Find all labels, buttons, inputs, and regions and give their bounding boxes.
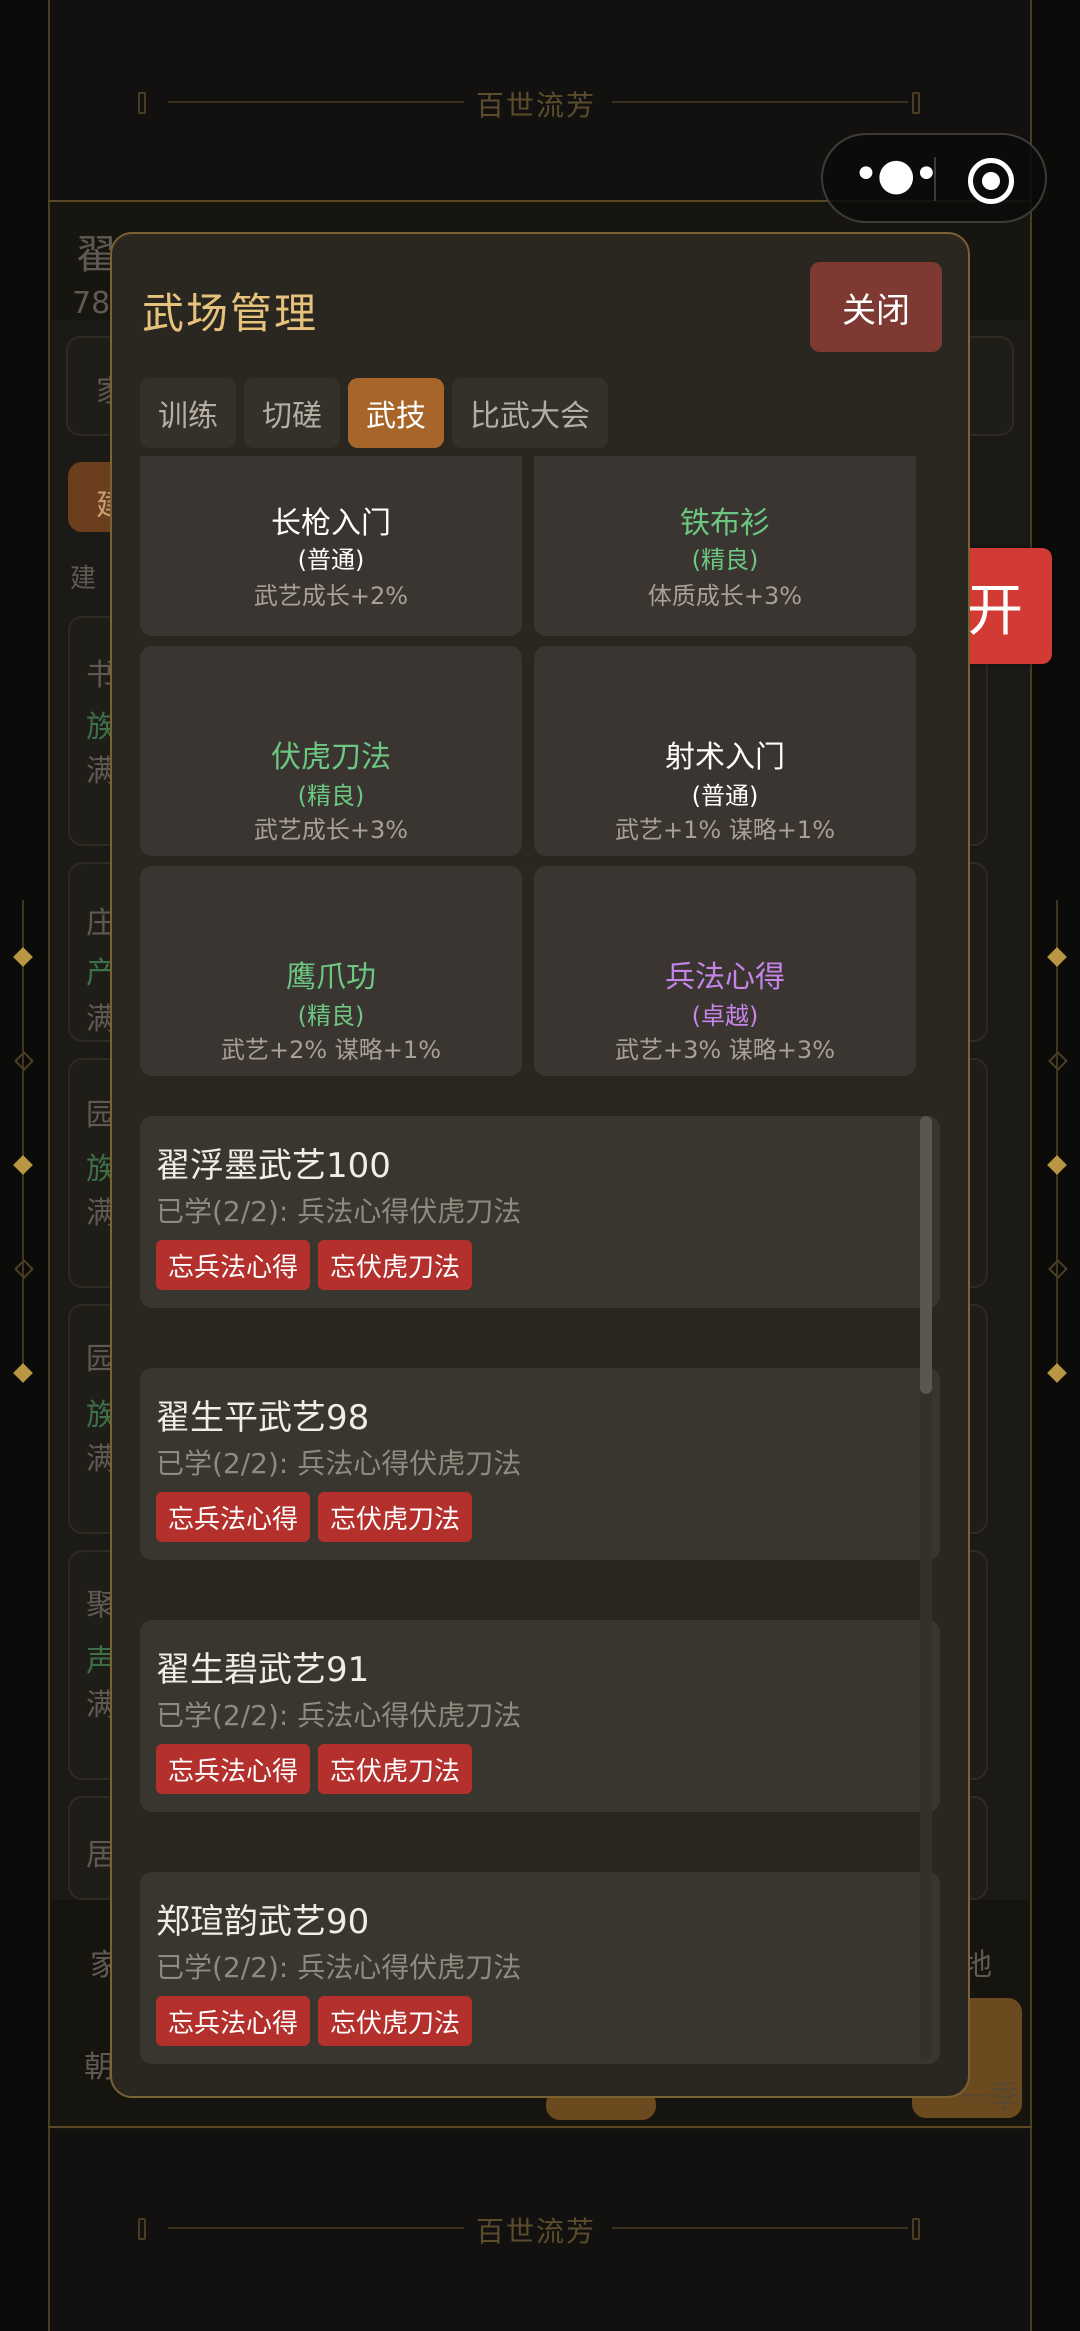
arena-management-modal: 武场管理 关闭 训练 切磋 武技 比武大会 长枪入门 (普通) 武艺成长+2% … [110, 232, 970, 2098]
skill-effect: 武艺+1% 谋略+1% [615, 816, 835, 844]
forget-buttons: 忘兵法心得 忘伏虎刀法 [156, 1996, 473, 2046]
skill-card[interactable]: 鹰爪功 (精良) 武艺+2% 谋略+1% [140, 866, 522, 1076]
capsule-separator [934, 157, 936, 201]
person-card: 翟生碧武艺91 已学(2/2): 兵法心得伏虎刀法 忘兵法心得 忘伏虎刀法 [140, 1620, 940, 1812]
forget-skill-button[interactable]: 忘伏虎刀法 [318, 1240, 473, 1290]
forget-skill-button[interactable]: 忘兵法心得 [156, 1744, 311, 1794]
tab-tournament[interactable]: 比武大会 [452, 378, 608, 448]
forget-buttons: 忘兵法心得 忘伏虎刀法 [156, 1744, 473, 1794]
skill-name: 伏虎刀法 [271, 740, 391, 775]
learned-skills: 已学(2/2): 兵法心得伏虎刀法 [156, 1195, 522, 1228]
bottom-divider [48, 2126, 1032, 2128]
forget-buttons: 忘兵法心得 忘伏虎刀法 [156, 1492, 473, 1542]
skill-grade: (精良) [297, 782, 365, 810]
skill-effect: 武艺成长+3% [253, 816, 409, 844]
skill-name: 铁布衫 [680, 506, 770, 541]
banner-left-bracket [138, 2218, 146, 2240]
skill-grade: (普通) [297, 546, 365, 574]
forget-skill-button[interactable]: 忘兵法心得 [156, 1492, 311, 1542]
more-dots-icon[interactable]: •●• [853, 153, 939, 197]
banner-right-bracket [912, 2218, 920, 2240]
miniprogram-capsule: •●• [821, 133, 1047, 223]
banner-left-line [168, 2227, 464, 2229]
skill-card[interactable]: 伏虎刀法 (精良) 武艺成长+3% [140, 646, 522, 856]
skill-name: 鹰爪功 [286, 960, 376, 995]
skill-grade: (卓越) [691, 1002, 759, 1030]
forget-skill-button[interactable]: 忘兵法心得 [156, 1996, 311, 2046]
diamond-ornament-icon [14, 1259, 34, 1279]
skill-effect: 武艺+2% 谋略+1% [221, 1036, 441, 1064]
banner-right-line [612, 2227, 908, 2229]
banner-left-line [168, 101, 464, 103]
person-card: 翟生平武艺98 已学(2/2): 兵法心得伏虎刀法 忘兵法心得 忘伏虎刀法 [140, 1368, 940, 1560]
tab-martial-skills[interactable]: 武技 [348, 378, 444, 448]
forget-skill-button[interactable]: 忘伏虎刀法 [318, 1492, 473, 1542]
scrollbar-thumb[interactable] [920, 1116, 932, 1394]
diamond-ornament-icon [1047, 1363, 1067, 1383]
target-icon[interactable] [968, 158, 1014, 204]
person-name: 翟浮墨武艺100 [156, 1146, 391, 1186]
bg-item: 建 [70, 564, 97, 594]
banner-right-bracket [912, 92, 920, 114]
person-card: 郑瑄韵武艺90 已学(2/2): 兵法心得伏虎刀法 忘兵法心得 忘伏虎刀法 [140, 1872, 940, 2064]
skill-grade: (精良) [297, 1002, 365, 1030]
skill-card[interactable]: 长枪入门 (普通) 武艺成长+2% [140, 456, 522, 636]
tab-training[interactable]: 训练 [140, 378, 236, 448]
bottom-banner-title: 百世流芳 [476, 2215, 597, 2248]
close-button[interactable]: 关闭 [810, 262, 942, 352]
skill-grade: (精良) [691, 546, 759, 574]
skill-grade: (普通) [691, 782, 759, 810]
people-list[interactable]: 翟浮墨武艺100 已学(2/2): 兵法心得伏虎刀法 忘兵法心得 忘伏虎刀法 翟… [140, 1116, 940, 2066]
diamond-ornament-icon [1047, 1155, 1067, 1175]
diamond-ornament-icon [14, 1051, 34, 1071]
skills-grid: 长枪入门 (普通) 武艺成长+2% 铁布衫 (精良) 体质成长+3% 伏虎刀法 … [140, 456, 920, 1088]
person-name: 翟生平武艺98 [156, 1398, 370, 1438]
skill-effect: 武艺+3% 谋略+3% [615, 1036, 835, 1064]
skill-card[interactable]: 铁布衫 (精良) 体质成长+3% [534, 456, 916, 636]
person-name: 郑瑄韵武艺90 [156, 1902, 370, 1942]
tab-sparring[interactable]: 切磋 [244, 378, 340, 448]
skill-name: 长枪入门 [271, 506, 391, 541]
modal-title: 武场管理 [142, 289, 319, 338]
diamond-ornament-icon [1047, 947, 1067, 967]
banner-left-bracket [138, 92, 146, 114]
banner-right-line [612, 101, 908, 103]
forget-buttons: 忘兵法心得 忘伏虎刀法 [156, 1240, 473, 1290]
learned-skills: 已学(2/2): 兵法心得伏虎刀法 [156, 1699, 522, 1732]
diamond-ornament-icon [13, 1155, 33, 1175]
top-banner-title: 百世流芳 [476, 89, 597, 122]
side-ornament-line [22, 900, 24, 1380]
diamond-ornament-icon [1048, 1259, 1068, 1279]
skill-card[interactable]: 兵法心得 (卓越) 武艺+3% 谋略+3% [534, 866, 916, 1076]
learned-skills: 已学(2/2): 兵法心得伏虎刀法 [156, 1447, 522, 1480]
person-card: 翟浮墨武艺100 已学(2/2): 兵法心得伏虎刀法 忘兵法心得 忘伏虎刀法 [140, 1116, 940, 1308]
forget-skill-button[interactable]: 忘伏虎刀法 [318, 1996, 473, 2046]
skill-card[interactable]: 射术入门 (普通) 武艺+1% 谋略+1% [534, 646, 916, 856]
side-ornament-line [1056, 900, 1058, 1380]
learned-skills: 已学(2/2): 兵法心得伏虎刀法 [156, 1951, 522, 1984]
skill-effect: 武艺成长+2% [253, 582, 409, 610]
bg-header-num: 78 [72, 286, 111, 321]
diamond-ornament-icon [13, 1363, 33, 1383]
diamond-ornament-icon [13, 947, 33, 967]
diamond-ornament-icon [1048, 1051, 1068, 1071]
tab-bar: 训练 切磋 武技 比武大会 [140, 378, 608, 448]
forget-skill-button[interactable]: 忘兵法心得 [156, 1240, 311, 1290]
forget-skill-button[interactable]: 忘伏虎刀法 [318, 1744, 473, 1794]
people-scrollbar[interactable] [920, 1116, 932, 2060]
skill-effect: 体质成长+3% [647, 582, 803, 610]
person-name: 翟生碧武艺91 [156, 1650, 370, 1690]
skill-name: 兵法心得 [665, 960, 785, 995]
skill-name: 射术入门 [665, 740, 785, 775]
